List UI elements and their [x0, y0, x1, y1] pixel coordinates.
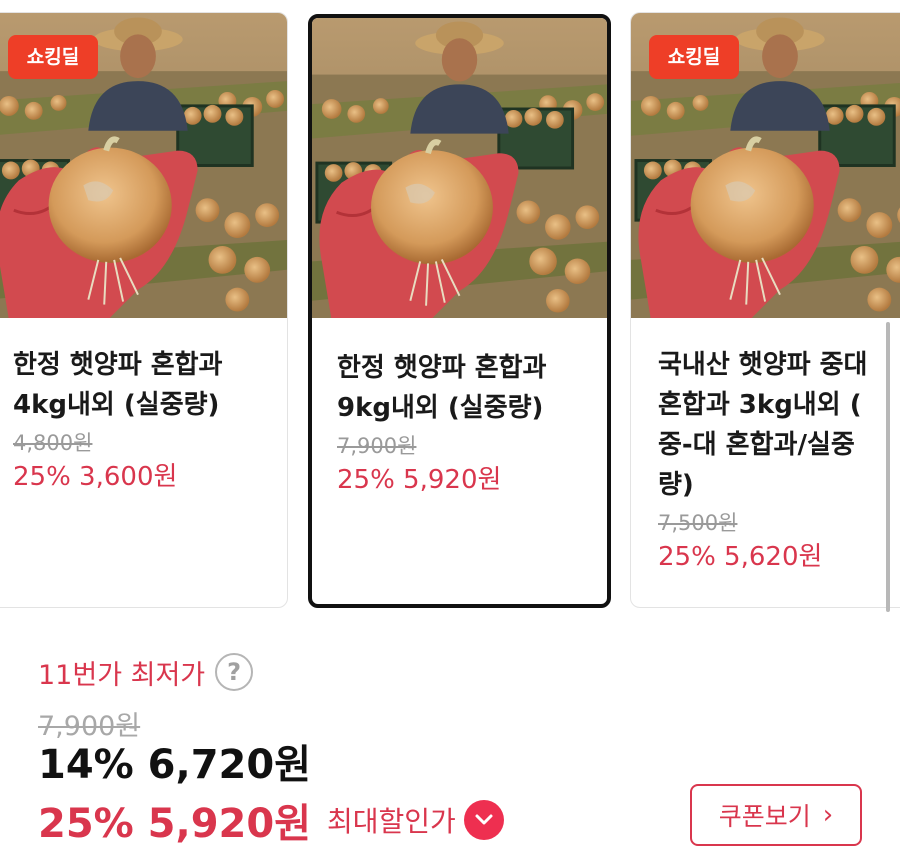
product-carousel[interactable]: 쇼킹딜 한정 햇양파 혼합과 4kg내외 (실중량) 4,800원 25% 3,…	[0, 0, 900, 620]
product-card-selected[interactable]: 한정 햇양파 혼합과 9kg내외 (실중량) 7,900원 25% 5,920원	[308, 14, 611, 608]
product-title: 국내산 햇양파 중대 혼합과 3kg내외 ( 중-대 혼합과/실중 량)	[658, 350, 868, 500]
product-card[interactable]: 쇼킹딜 한정 햇양파 혼합과 4kg내외 (실중량) 4,800원 25% 3,…	[0, 12, 288, 608]
lowest-price-row: 11번가 최저가 ?	[38, 650, 254, 694]
max-discount-price: 25% 5,920원	[38, 801, 311, 847]
product-image	[312, 18, 607, 318]
chevron-right-icon: ›	[822, 800, 834, 830]
product-title: 한정 햇양파 혼합과 9kg내외 (실중량)	[337, 353, 547, 423]
original-price: 4,800원	[13, 431, 93, 455]
sale-price: 25% 5,920원	[337, 465, 502, 495]
view-coupon-button[interactable]: 쿠폰보기 ›	[690, 784, 862, 846]
discount-price: 14% 6,720원	[38, 742, 311, 788]
max-discount-row[interactable]: 25% 5,920원 최대할인가	[38, 794, 504, 847]
lowest-price-label: 11번가 최저가	[38, 659, 206, 691]
original-price: 7,900원	[337, 434, 417, 458]
original-price: 7,900원	[38, 711, 141, 742]
shocking-deal-badge: 쇼킹딜	[649, 35, 739, 79]
chevron-down-circle-icon[interactable]	[463, 800, 504, 840]
max-discount-label: 최대할인가	[327, 805, 456, 838]
shocking-deal-badge: 쇼킹딜	[8, 35, 98, 79]
sale-price: 25% 3,600원	[13, 462, 178, 492]
coupon-button-label: 쿠폰보기	[718, 802, 811, 831]
question-circle-icon[interactable]: ?	[215, 653, 254, 691]
product-title: 한정 햇양파 혼합과 4kg내외 (실중량)	[13, 350, 223, 420]
product-card[interactable]: 쇼킹딜 국내산 햇양파 중대 혼합과 3kg내외 ( 중-대 혼합과/실중 량)…	[630, 12, 900, 608]
price-panel: 11번가 최저가 ? 7,900원 14% 6,720원 25% 5,920원 …	[38, 650, 868, 850]
sale-price: 25% 5,620원	[658, 542, 823, 572]
scrollbar[interactable]	[886, 322, 890, 612]
original-price: 7,500원	[658, 511, 738, 535]
